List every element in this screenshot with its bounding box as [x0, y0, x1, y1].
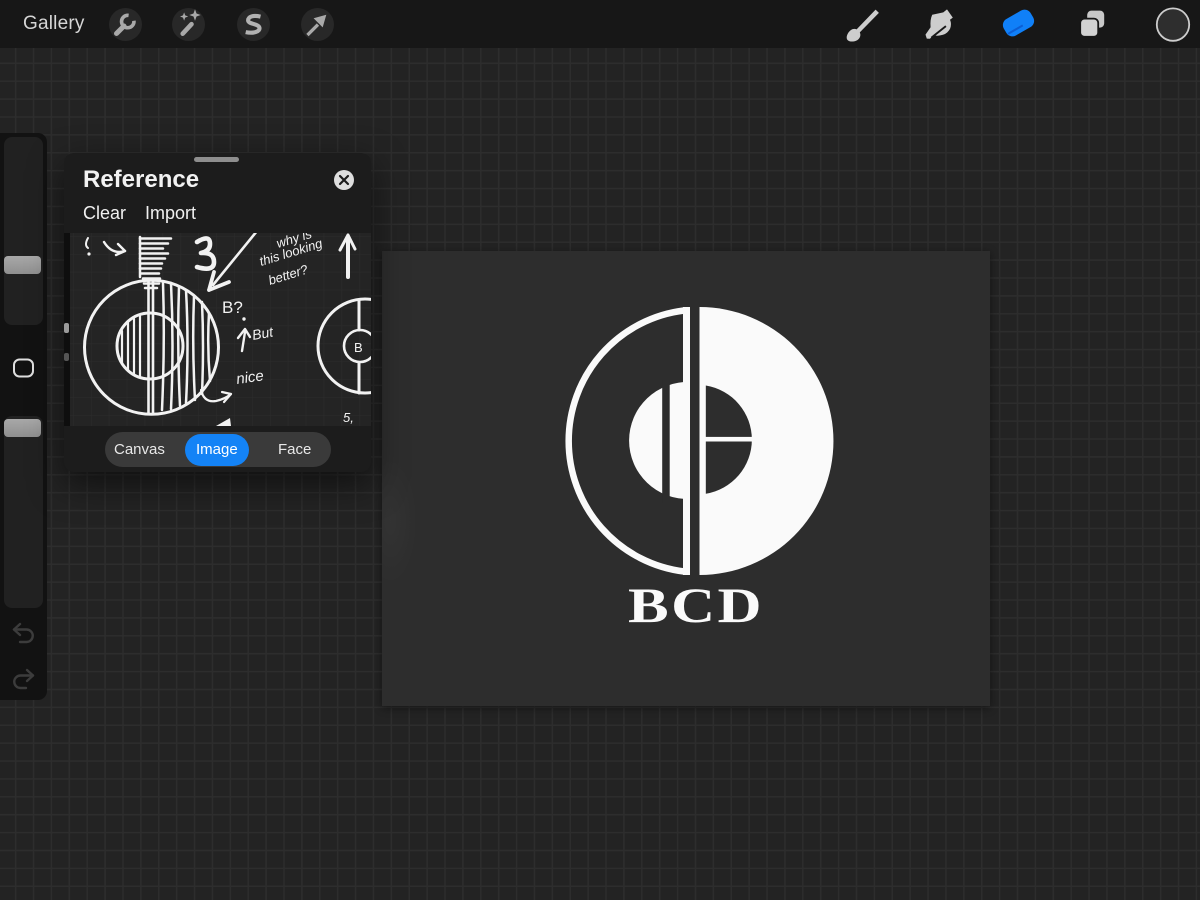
svg-text:B: B [354, 340, 363, 355]
svg-text:BCD: BCD [628, 577, 764, 633]
svg-text:B?: B? [222, 298, 243, 317]
svg-text:5,: 5, [343, 410, 354, 425]
